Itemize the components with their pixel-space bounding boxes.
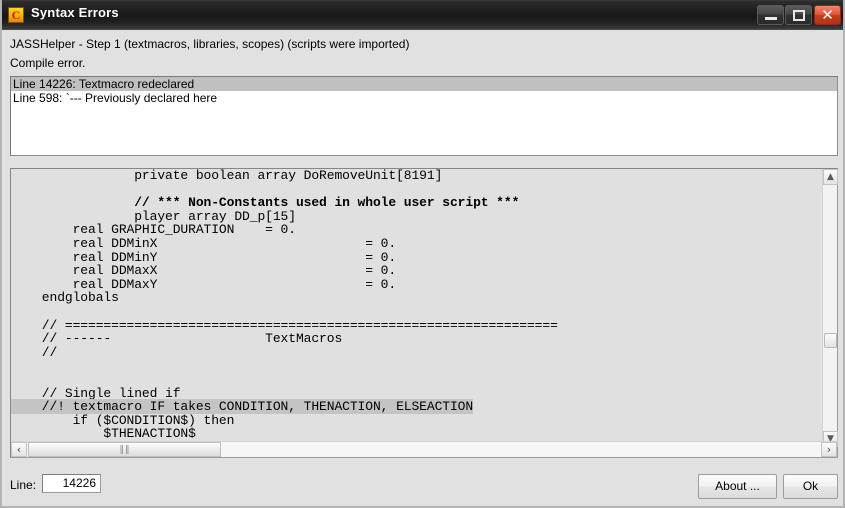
code-line[interactable]: // =====================================…	[11, 318, 822, 333]
code-line-text: // ------ TextMacros	[11, 331, 343, 347]
error-list[interactable]: Line 14226: Textmacro redeclared Line 598…	[10, 76, 838, 156]
code-line[interactable]: real GRAPHIC_DURATION = 0.	[11, 223, 822, 237]
code-line[interactable]: endglobals	[11, 291, 822, 305]
close-button[interactable]: ✕	[814, 5, 841, 25]
code-line[interactable]: real DDMaxY = 0.	[11, 277, 822, 292]
code-line[interactable]: real DDMaxX = 0.	[11, 264, 822, 278]
ok-button[interactable]: Ok	[783, 474, 838, 499]
code-line[interactable]: $THENACTION$	[11, 427, 822, 441]
code-line-highlighted[interactable]: //! textmacro IF takes CONDITION, THENAC…	[11, 399, 822, 415]
code-line[interactable]	[11, 359, 822, 373]
error-list-item[interactable]: Line 14226: Textmacro redeclared	[11, 77, 837, 91]
window-titlebar[interactable]: C Syntax Errors ✕	[2, 0, 843, 30]
code-line[interactable]: real DDMinY = 0.	[11, 250, 822, 265]
status-line-error: Compile error.	[10, 56, 86, 70]
code-line[interactable]	[11, 373, 822, 387]
maximize-icon	[793, 10, 805, 21]
code-line[interactable]: //	[11, 345, 822, 360]
window-title: Syntax Errors	[31, 5, 119, 20]
code-line[interactable]	[11, 305, 822, 319]
code-line[interactable]	[11, 183, 822, 197]
scroll-up-icon[interactable]: ▲	[823, 169, 838, 185]
minimize-button[interactable]	[757, 5, 784, 25]
error-list-item[interactable]: Line 598: `--- Previously declared here	[11, 91, 837, 105]
code-line-text: endglobals	[11, 290, 119, 306]
code-line[interactable]: if ($CONDITION$) then	[11, 413, 822, 428]
close-icon: ✕	[821, 6, 834, 24]
code-line[interactable]: player array DD_p[15]	[11, 209, 822, 224]
line-label: Line:	[10, 478, 37, 492]
code-text-area[interactable]: private boolean array DoRemoveUnit[8191]…	[11, 169, 822, 447]
code-line[interactable]: // ------ TextMacros	[11, 332, 822, 346]
code-line[interactable]: // Single lined if	[11, 386, 822, 401]
syntax-errors-window: C Syntax Errors ✕ JASSHelper - Step 1 (t…	[0, 0, 845, 508]
code-line-text: $THENACTION$	[11, 426, 196, 442]
horizontal-scroll-thumb[interactable]: ‖‖	[28, 442, 221, 457]
code-horizontal-scrollbar[interactable]: ‹ ‖‖ ›	[11, 441, 837, 457]
minimize-icon	[765, 17, 777, 20]
scroll-right-icon[interactable]: ›	[821, 442, 837, 457]
vertical-scroll-thumb[interactable]	[824, 333, 837, 348]
scroll-left-icon[interactable]: ‹	[11, 442, 27, 457]
code-line[interactable]: real DDMinX = 0.	[11, 237, 822, 251]
code-line-text: private boolean array DoRemoveUnit[8191]	[11, 169, 443, 183]
code-viewer: private boolean array DoRemoveUnit[8191]…	[10, 168, 838, 458]
scroll-grip-icon: ‖‖	[119, 445, 131, 455]
code-vertical-scrollbar[interactable]: ▲ ▼	[822, 169, 838, 447]
status-line-step: JASSHelper - Step 1 (textmacros, librari…	[10, 37, 410, 51]
maximize-button[interactable]	[785, 5, 812, 25]
line-number-input[interactable]: 14226	[42, 474, 101, 493]
code-line[interactable]: private boolean array DoRemoveUnit[8191]	[11, 169, 822, 183]
about-button[interactable]: About ...	[698, 474, 777, 499]
compiler-c-icon: C	[8, 7, 24, 23]
code-line[interactable]: // *** Non-Constants used in whole user …	[11, 196, 822, 210]
